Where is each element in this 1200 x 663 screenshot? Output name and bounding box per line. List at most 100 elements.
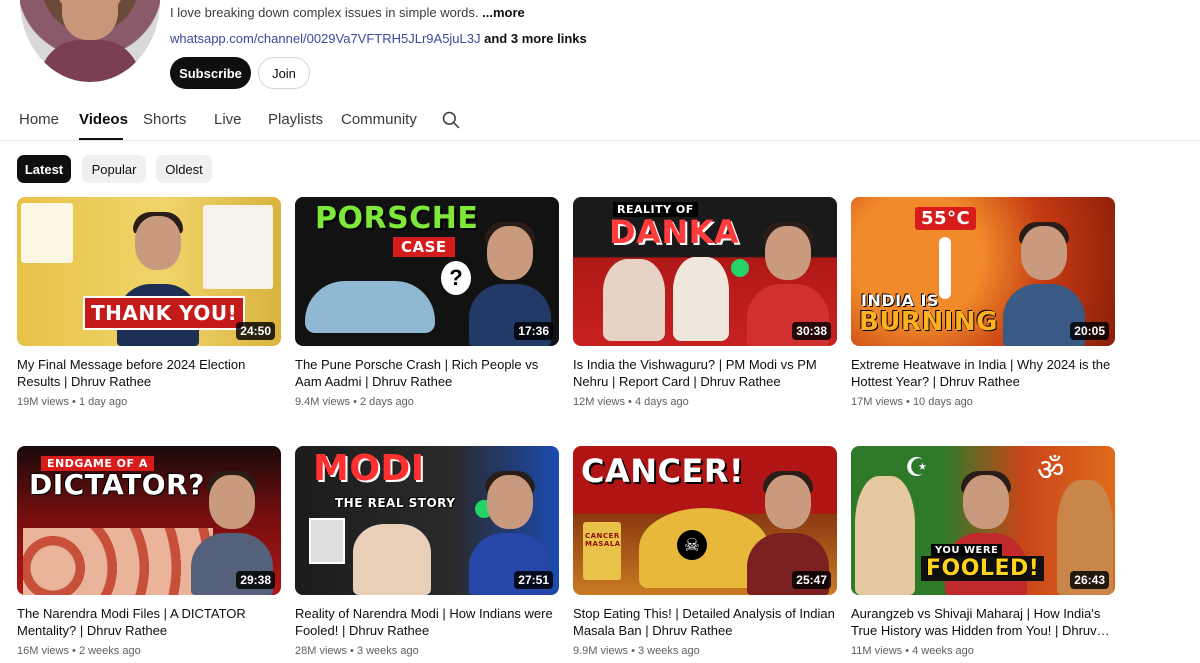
upload-age: 3 weeks ago [638,645,700,657]
video-title[interactable]: Aurangzeb vs Shivaji Maharaj | How India… [851,605,1115,639]
duration-badge: 17:36 [514,322,553,340]
video-meta: 16M views • 2 weeks ago [17,645,141,657]
news-clipping [21,203,73,263]
video-meta: 19M views • 1 day ago [17,396,128,408]
more-link[interactable]: ...more [482,5,525,20]
video-meta: 12M views • 4 days ago [573,396,689,408]
politician-figure [353,524,431,595]
video-thumbnail[interactable]: ☪ ॐ YOU WERE FOOLED! 26:43 [851,446,1115,595]
duration-badge: 29:38 [236,571,275,589]
video-title[interactable]: Reality of Narendra Modi | How Indians w… [295,605,559,639]
upload-age: 4 days ago [634,396,689,408]
upload-age: 3 weeks ago [356,645,419,657]
video-card[interactable]: ENDGAME OF A DICTATOR? 29:38 The Narendr… [17,446,281,657]
join-button[interactable]: Join [258,57,310,89]
duration-badge: 27:51 [514,571,553,589]
video-thumbnail[interactable]: REALITY OF DANKA 30:38 [573,197,837,346]
politician-figure [673,257,729,341]
duration-badge: 26:43 [1070,571,1109,589]
chip-oldest[interactable]: Oldest [156,155,212,183]
description-text: I love breaking down complex issues in s… [170,5,479,20]
video-title[interactable]: Stop Eating This! | Detailed Analysis of… [573,605,837,639]
video-title[interactable]: Extreme Heatwave in India | Why 2024 is … [851,356,1115,390]
subscribe-button[interactable]: Subscribe [170,57,251,89]
avatar-shirt [40,40,140,82]
duration-badge: 30:38 [792,322,831,340]
tab-videos[interactable]: Videos [79,111,128,128]
upload-age: 10 days ago [912,396,973,408]
thumbnail-text: FOOLED! [921,556,1045,581]
channel-avatar[interactable] [20,0,160,82]
duration-badge: 24:50 [236,322,275,340]
tab-live[interactable]: Live [214,111,242,128]
view-count: 28M views [295,645,347,657]
skull-icon: ☠ [677,530,707,560]
video-card[interactable]: MODI THE REAL STORY 27:51 Reality of Nar… [295,446,559,657]
old-photo [309,518,345,564]
chip-latest[interactable]: Latest [17,155,71,183]
thumbnail-text: PORSCHE [315,201,479,236]
thumbnail-text: BURNING [859,307,998,337]
video-title[interactable]: The Narendra Modi Files | A DICTATOR Men… [17,605,281,639]
view-count: 19M views [17,396,69,408]
video-thumbnail[interactable]: ENDGAME OF A DICTATOR? 29:38 [17,446,281,595]
upload-age: 4 weeks ago [912,645,974,657]
video-thumbnail[interactable]: PORSCHE CASE ? 17:36 [295,197,559,346]
thermometer-icon [939,237,951,299]
crescent-moon-icon: ☪ [905,452,929,482]
video-card[interactable]: 55°C INDIA IS BURNING 20:05 Extreme Heat… [851,197,1115,408]
view-count: 11M views [851,645,903,657]
video-title[interactable]: The Pune Porsche Crash | Rich People vs … [295,356,559,390]
video-card[interactable]: THANK YOU! 24:50 My Final Message before… [17,197,281,408]
video-card[interactable]: ☪ ॐ YOU WERE FOOLED! 26:43 Aurangzeb vs … [851,446,1115,657]
view-count: 16M views [17,645,69,657]
whatsapp-link[interactable]: whatsapp.com/channel/0029Va7VFTRH5JLr9A5… [170,31,481,46]
video-meta: 11M views • 4 weeks ago [851,645,974,657]
video-title[interactable]: My Final Message before 2024 Election Re… [17,356,281,390]
view-count: 12M views [573,396,625,408]
thumbnail-subtext: CASE [393,237,455,257]
upload-age: 1 day ago [78,396,128,408]
thumbnail-text: CANCER! [581,452,745,490]
search-icon[interactable] [441,110,461,130]
om-symbol-icon: ॐ [1037,453,1065,488]
thumbnail-subtext: THE REAL STORY [335,496,456,510]
duration-badge: 20:05 [1070,322,1109,340]
video-card[interactable]: REALITY OF DANKA 30:38 Is India the Vish… [573,197,837,408]
duration-badge: 25:47 [792,571,831,589]
video-title[interactable]: Is India the Vishwaguru? | PM Modi vs PM… [573,356,837,390]
historical-figure [855,476,915,595]
video-thumbnail[interactable]: THANK YOU! 24:50 [17,197,281,346]
tab-playlists[interactable]: Playlists [268,111,323,128]
view-count: 9.4M views [295,396,351,408]
channel-description[interactable]: I love breaking down complex issues in s… [170,5,525,20]
more-links[interactable]: and 3 more links [484,31,587,46]
video-thumbnail[interactable]: 55°C INDIA IS BURNING 20:05 [851,197,1115,346]
chip-popular[interactable]: Popular [82,155,146,183]
channel-links: whatsapp.com/channel/0029Va7VFTRH5JLr9A5… [170,31,587,46]
video-meta: 28M views • 3 weeks ago [295,645,419,657]
politician-figure [603,259,665,341]
question-mark-icon: ? [441,261,471,295]
thumbnail-text: DICTATOR? [29,468,205,501]
video-card[interactable]: PORSCHE CASE ? 17:36 The Pune Porsche Cr… [295,197,559,408]
thumbnail-text: THANK YOU! [83,296,246,330]
car-image [305,281,435,333]
video-thumbnail[interactable]: MODI THE REAL STORY 27:51 [295,446,559,595]
news-clipping [203,205,273,289]
tab-home[interactable]: Home [19,111,59,128]
thumbnail-subtext: 55°C [915,207,977,230]
video-thumbnail[interactable]: CANCER! CANCER MASALA ☠ 25:47 [573,446,837,595]
avatar-face [62,0,118,40]
tab-shorts[interactable]: Shorts [143,111,186,128]
upload-age: 2 days ago [360,396,414,408]
active-tab-indicator [79,138,123,140]
thumbnail-subtext: CANCER MASALA [585,532,621,548]
view-count: 9.9M views [573,645,629,657]
video-card[interactable]: CANCER! CANCER MASALA ☠ 25:47 Stop Eatin… [573,446,837,657]
tab-community[interactable]: Community [341,111,417,128]
masala-box [583,522,621,580]
crowd-figures [23,528,213,595]
view-count: 17M views [851,396,903,408]
channel-tabs: Home Videos Shorts Live Playlists Commun… [0,100,1200,141]
